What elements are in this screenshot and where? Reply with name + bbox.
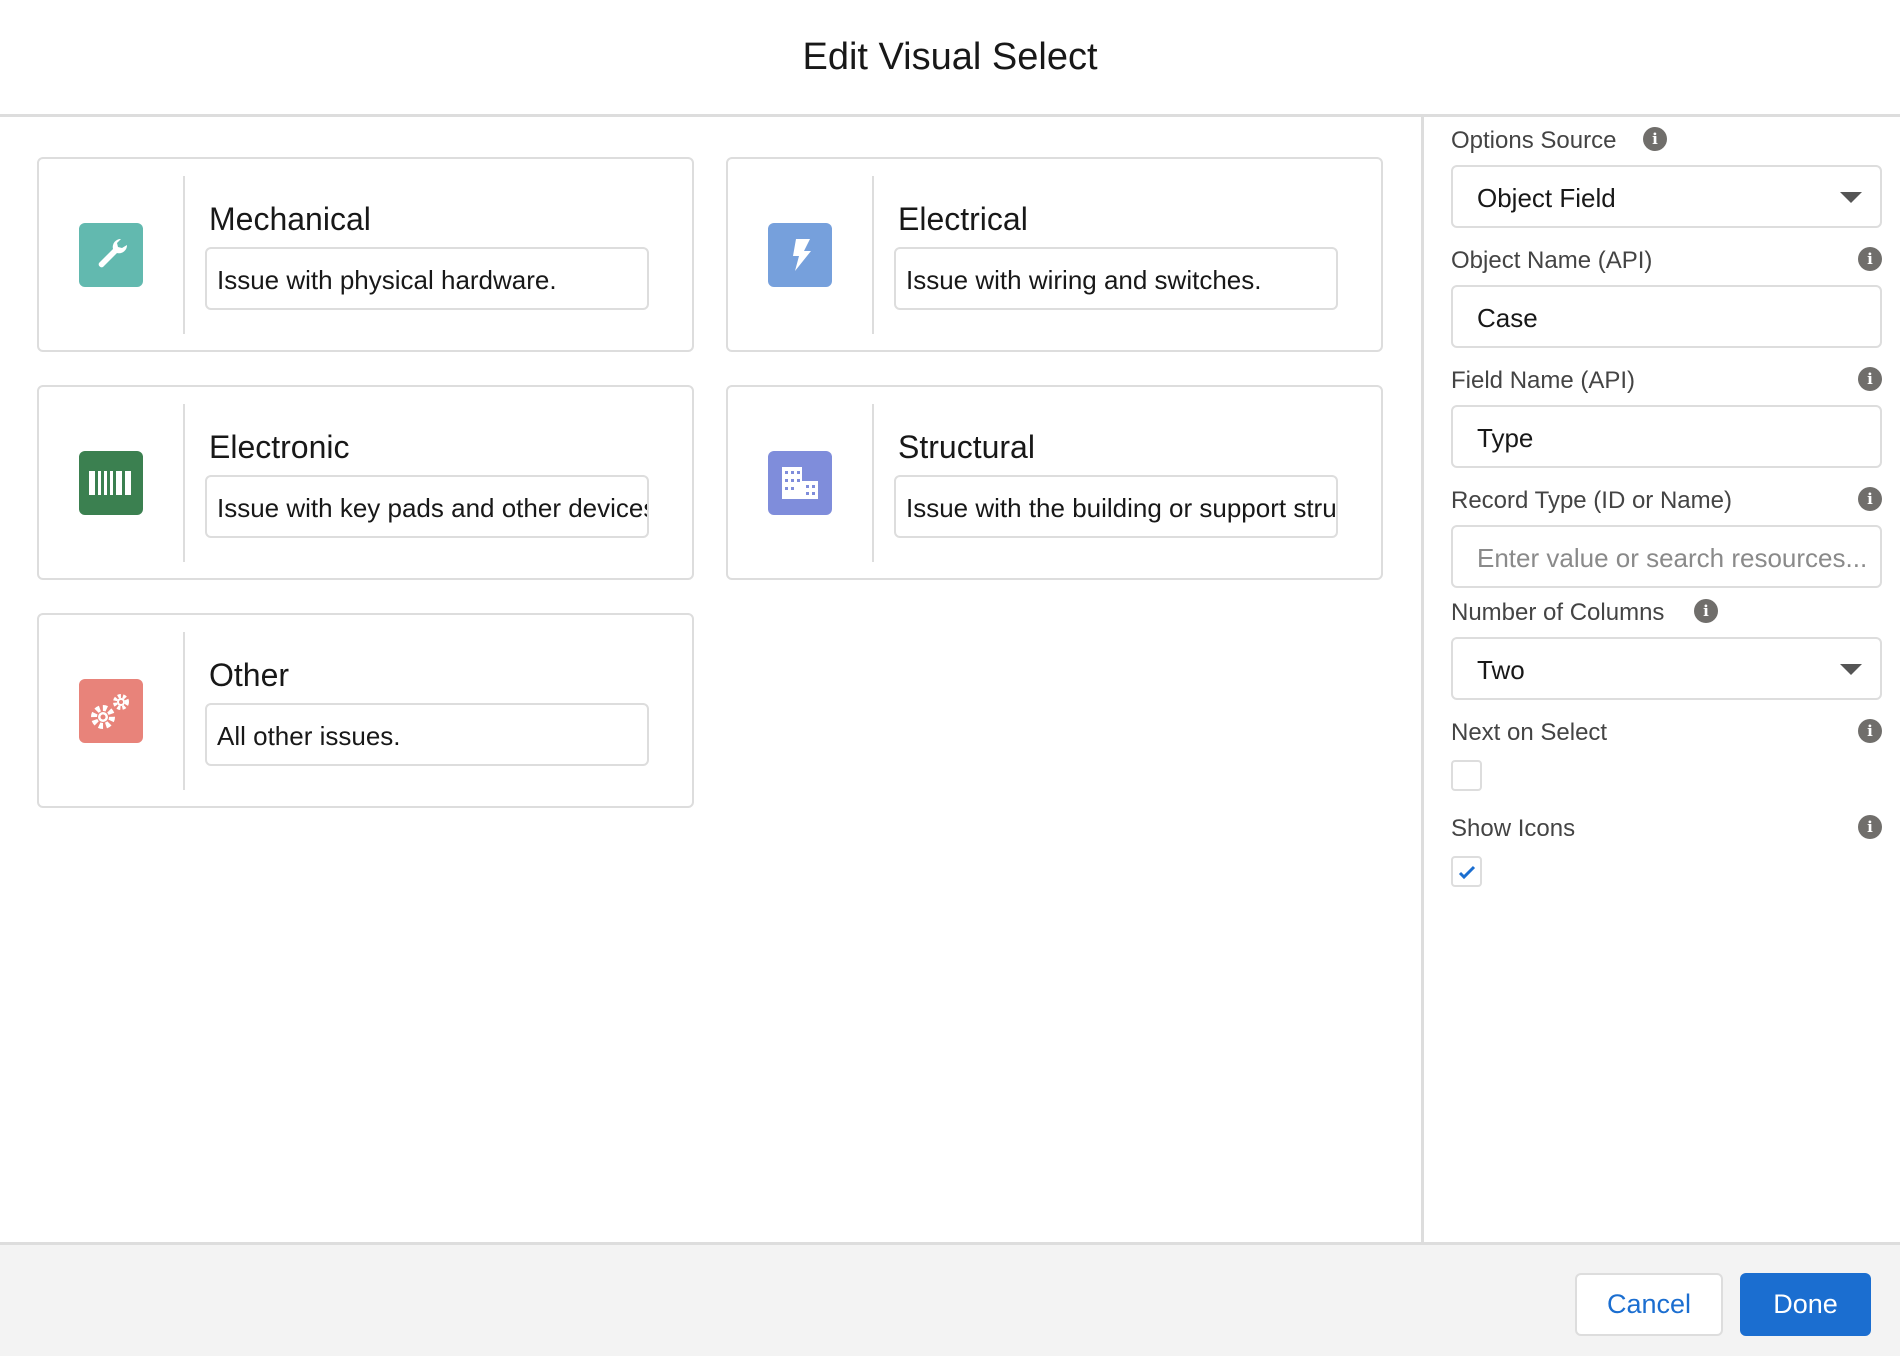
option-title: Structural	[898, 429, 1035, 465]
option-description-input[interactable]: Issue with wiring and switches.	[894, 247, 1338, 310]
option-card-electrical[interactable]: Electrical Issue with wiring and switche…	[726, 157, 1383, 352]
field-name-input[interactable]: Type	[1451, 405, 1882, 468]
card-divider	[872, 404, 874, 562]
columns-value: Two	[1477, 655, 1525, 685]
option-title: Electrical	[898, 201, 1028, 237]
option-description-input[interactable]: Issue with the building or support struc…	[894, 475, 1338, 538]
barcode-icon	[79, 451, 143, 515]
field-name-label: Field Name (API)	[1451, 367, 1636, 394]
card-divider	[183, 632, 185, 790]
columns-select[interactable]: Two	[1451, 637, 1882, 700]
chevron-down-icon	[1840, 664, 1862, 675]
checkmark-icon	[1458, 865, 1475, 879]
building-icon	[768, 451, 832, 515]
option-card-electronic[interactable]: Electronic Issue with key pads and other…	[37, 385, 694, 580]
info-icon[interactable]: i	[1694, 599, 1718, 623]
info-icon[interactable]: i	[1858, 815, 1882, 839]
option-card-mechanical[interactable]: Mechanical Issue with physical hardware.	[37, 157, 694, 352]
card-divider	[872, 176, 874, 334]
option-title: Mechanical	[209, 201, 371, 237]
modal-title: Edit Visual Select	[802, 35, 1098, 78]
wrench-icon	[79, 223, 143, 287]
option-card-structural[interactable]: Structural Issue with the building or su…	[726, 385, 1383, 580]
show-icons-label: Show Icons	[1451, 815, 1576, 842]
object-name-input[interactable]: Case	[1451, 285, 1882, 348]
cancel-button[interactable]: Cancel	[1575, 1273, 1723, 1336]
properties-panel: Options Source i Object Field Object Nam…	[1421, 117, 1900, 1242]
options-source-value: Object Field	[1477, 183, 1616, 213]
info-icon[interactable]: i	[1858, 719, 1882, 743]
done-button[interactable]: Done	[1740, 1273, 1871, 1336]
card-divider	[183, 176, 185, 334]
option-title: Other	[209, 657, 290, 693]
object-name-label: Object Name (API)	[1451, 247, 1653, 274]
option-card-other[interactable]: Other All other issues.	[37, 613, 694, 808]
lightning-bolt-icon	[768, 223, 832, 287]
next-on-select-label: Next on Select	[1451, 719, 1608, 746]
card-divider	[183, 404, 185, 562]
info-icon[interactable]: i	[1643, 127, 1667, 151]
option-title: Electronic	[209, 429, 350, 465]
modal-footer: Cancel Done	[0, 1242, 1900, 1356]
chevron-down-icon	[1840, 192, 1862, 203]
options-source-select[interactable]: Object Field	[1451, 165, 1882, 228]
record-type-label: Record Type (ID or Name)	[1451, 487, 1732, 514]
modal-header: Edit Visual Select	[0, 0, 1900, 117]
show-icons-checkbox[interactable]	[1451, 856, 1482, 887]
options-source-label: Options Source	[1451, 127, 1617, 154]
gears-icon	[79, 679, 143, 743]
next-on-select-checkbox[interactable]	[1451, 760, 1482, 791]
record-type-input[interactable]: Enter value or search resources...	[1451, 525, 1882, 588]
option-description-input[interactable]: All other issues.	[205, 703, 649, 766]
option-description-input[interactable]: Issue with physical hardware.	[205, 247, 649, 310]
option-description-input[interactable]: Issue with key pads and other devices.	[205, 475, 649, 538]
columns-label: Number of Columns	[1451, 599, 1665, 626]
info-icon[interactable]: i	[1858, 367, 1882, 391]
info-icon[interactable]: i	[1858, 487, 1882, 511]
info-icon[interactable]: i	[1858, 247, 1882, 271]
